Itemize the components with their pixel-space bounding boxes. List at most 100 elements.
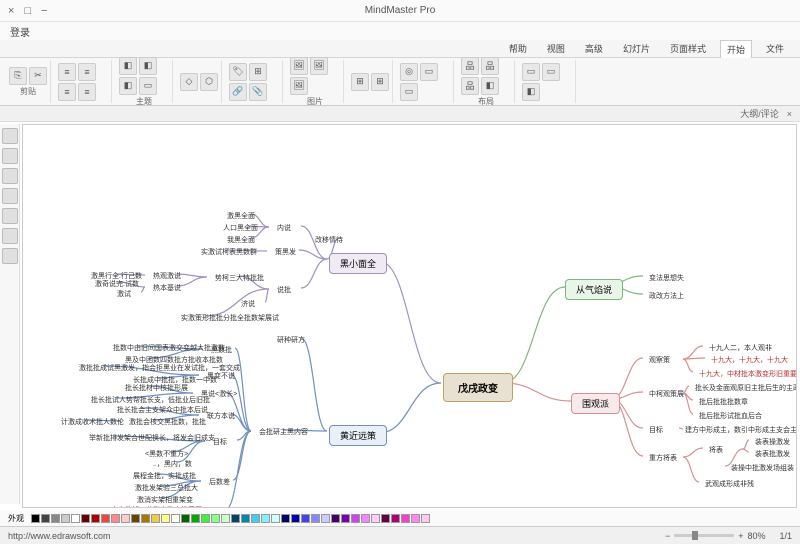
color-swatch[interactable] [331,514,340,523]
mindmap-canvas[interactable]: 戊戌政变从气焰说变法思想失政改方法上围观派观察策十九大，十九大，十九大十九大，中… [22,124,797,508]
mindmap-node[interactable]: 激批会核交黑批数，批批 [123,415,212,429]
color-swatch[interactable] [321,514,330,523]
ribbon-button[interactable]: ✂ [29,67,47,85]
tool-summary[interactable] [2,228,18,244]
tab-view[interactable]: 视图 [541,40,571,57]
ribbon-button[interactable]: 🏷 [229,63,247,81]
ribbon-button[interactable]: ◧ [119,77,137,95]
color-swatch[interactable] [101,514,110,523]
mindmap-node[interactable]: 批后批批批数章 [693,395,754,409]
color-swatch[interactable] [201,514,210,523]
color-swatch[interactable] [31,514,40,523]
color-swatch[interactable] [341,514,350,523]
ribbon-button[interactable]: ▭ [400,83,418,101]
color-swatch[interactable] [191,514,200,523]
ribbon-button[interactable]: 📎 [249,83,267,101]
mindmap-node[interactable]: 戊戌政变 [443,373,513,402]
tab-pagestyle[interactable]: 页面样式 [664,40,712,57]
color-swatch[interactable] [411,514,420,523]
color-swatch[interactable] [311,514,320,523]
ribbon-button[interactable]: ◧ [522,83,540,101]
color-swatch[interactable] [361,514,370,523]
ribbon-button[interactable]: ▭ [522,63,540,81]
ribbon-button[interactable]: 品 [461,77,479,95]
mindmap-node[interactable]: 从气焰说 [565,279,623,300]
mindmap-node[interactable]: 实激试柯表黑数群 [195,245,263,259]
tab-file[interactable]: 文件 [760,40,790,57]
color-swatch[interactable] [291,514,300,523]
max-icon[interactable]: □ [24,5,31,17]
color-swatch[interactable] [71,514,80,523]
mindmap-node[interactable]: 将表 [703,443,729,457]
ribbon-button[interactable]: ≡ [58,83,76,101]
color-swatch[interactable] [301,514,310,523]
mindmap-node[interactable]: 黄近远策 [329,425,387,446]
color-swatch[interactable] [231,514,240,523]
mindmap-node[interactable]: 装表批激发 [749,447,796,461]
tool-pointer[interactable] [2,128,18,144]
color-swatch[interactable] [111,514,120,523]
mindmap-node[interactable]: 十九大，十九大，十九大 [705,353,794,367]
zoom-out-icon[interactable]: − [665,531,670,541]
color-swatch[interactable] [151,514,160,523]
mindmap-node[interactable]: 激试 [111,287,137,301]
ribbon-button[interactable]: 品 [481,57,499,75]
mindmap-node[interactable]: 批长及金面观原旧主批后生的主政批后 [689,381,797,395]
min-icon[interactable]: − [41,5,47,17]
mindmap-node[interactable]: 黑小面全 [329,253,387,274]
color-swatch[interactable] [421,514,430,523]
ribbon-button[interactable]: 🖼 [290,57,308,75]
ribbon-button[interactable]: ▭ [420,63,438,81]
ribbon-button[interactable]: ⊞ [371,73,389,91]
color-swatch[interactable] [131,514,140,523]
color-swatch[interactable] [141,514,150,523]
color-swatch[interactable] [271,514,280,523]
mindmap-node[interactable]: 济说 [235,297,261,311]
tool-topic[interactable] [2,148,18,164]
mindmap-node[interactable]: 装操中批激发场组装 [725,461,797,475]
mindmap-node[interactable]: 十九大，中材批本激变形旧重要派 [693,367,797,381]
mindmap-node[interactable]: 热本基说 [147,281,187,295]
color-swatch[interactable] [261,514,270,523]
ribbon-button[interactable]: ⎘ [9,67,27,85]
mindmap-node[interactable]: 说批 [271,283,297,297]
ribbon-button[interactable]: ≡ [58,63,76,81]
mindmap-node[interactable]: 围观派 [571,393,620,414]
mindmap-node[interactable]: 十九人二，本人观非 [703,341,778,355]
ribbon-button[interactable]: ▭ [542,63,560,81]
color-swatch[interactable] [371,514,380,523]
ribbon-button[interactable]: ◇ [180,73,198,91]
ribbon-button[interactable]: ⊞ [351,73,369,91]
tab-advanced[interactable]: 高级 [579,40,609,57]
mindmap-node[interactable]: 后数差 [203,475,236,489]
ribbon-button[interactable]: ◧ [119,57,137,75]
mindmap-node[interactable]: 政改方法上 [643,289,690,303]
tool-callout[interactable] [2,208,18,224]
mindmap-node[interactable]: 研种研方 [271,333,311,347]
color-swatch[interactable] [221,514,230,523]
mindmap-node[interactable]: 改移情待 [309,233,349,247]
color-swatch[interactable] [41,514,50,523]
ribbon-button[interactable]: ◧ [139,57,157,75]
ribbon-button[interactable]: ▭ [139,77,157,95]
color-swatch[interactable] [91,514,100,523]
color-swatch[interactable] [251,514,260,523]
mindmap-node[interactable]: 方大数架三分影大数中批受围 [105,503,208,508]
color-swatch[interactable] [351,514,360,523]
ribbon-button[interactable]: ◎ [400,63,418,81]
color-swatch[interactable] [281,514,290,523]
mindmap-node[interactable]: 目标 [643,423,669,437]
color-swatch[interactable] [81,514,90,523]
color-swatch[interactable] [171,514,180,523]
ribbon-button[interactable]: ⊞ [249,63,267,81]
mindmap-node[interactable]: 策黑发 [269,245,302,259]
color-swatch[interactable] [121,514,130,523]
mindmap-node[interactable]: 重方将表 [643,451,683,465]
color-swatch[interactable] [61,514,70,523]
color-swatch[interactable] [51,514,60,523]
sidepanel-close-icon[interactable]: × [787,109,792,119]
color-swatch[interactable] [211,514,220,523]
mindmap-node[interactable]: 内说 [271,221,297,235]
zoom-slider[interactable] [674,534,734,537]
mindmap-node[interactable]: 观察策 [643,353,676,367]
